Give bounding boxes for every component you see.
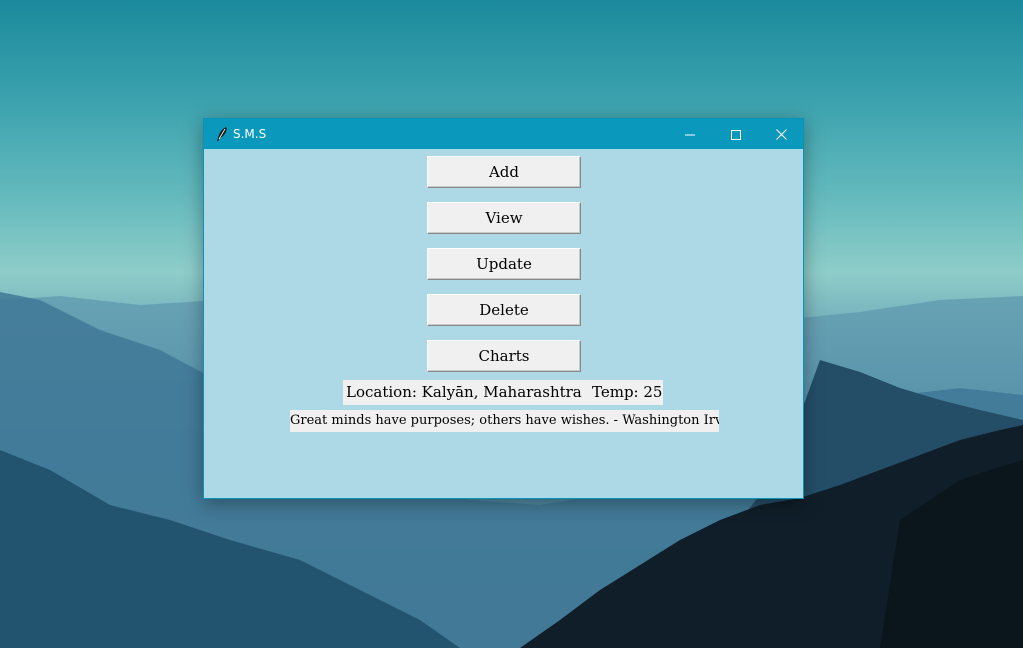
close-icon — [775, 125, 787, 144]
charts-button[interactable]: Charts — [427, 340, 581, 372]
temperature-text: Temp: 25 — [592, 383, 663, 401]
add-button[interactable]: Add — [427, 156, 581, 188]
maximize-button[interactable] — [713, 119, 759, 149]
minimize-button[interactable] — [667, 119, 713, 149]
delete-button[interactable]: Delete — [427, 294, 581, 326]
maximize-icon — [731, 125, 741, 144]
view-button[interactable]: View — [427, 202, 581, 234]
location-text: Location: Kalyān, Maharashtra — [346, 383, 582, 401]
update-button[interactable]: Update — [427, 248, 581, 280]
location-temp-label: Location: Kalyān, Maharashtra Temp: 25 — [343, 380, 663, 405]
close-button[interactable] — [758, 119, 804, 149]
quote-label: Great minds have purposes; others have w… — [290, 410, 719, 432]
window-title: S.M.S — [233, 127, 267, 141]
window-content: Add View Update Delete Charts Location: … — [204, 149, 803, 498]
app-window: S.M.S Add View Update Delete Charts Loca… — [203, 118, 804, 499]
title-bar[interactable]: S.M.S — [204, 119, 803, 149]
feather-icon — [214, 126, 230, 142]
minimize-icon — [685, 125, 695, 144]
